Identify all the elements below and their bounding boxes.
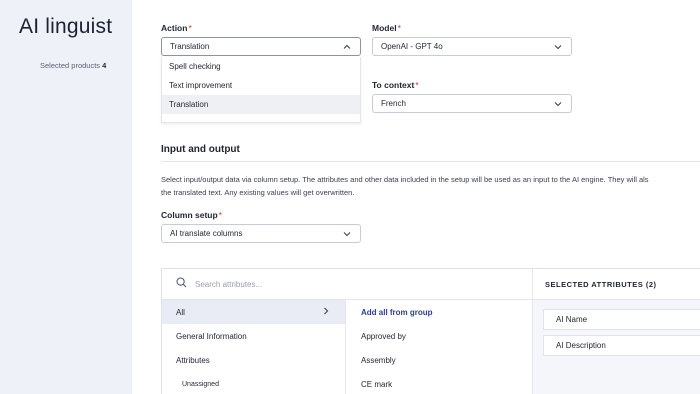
attribute-search[interactable]: Search attributes... [162, 269, 532, 300]
attribute-group-list: All General Information Attributes Unass… [162, 300, 346, 394]
action-option-text-improvement[interactable]: Text improvement [162, 76, 360, 95]
chevron-up-icon [342, 42, 352, 52]
model-select-value: OpenAI - GPT 4o [381, 42, 443, 51]
attribute-item-approved-by[interactable]: Approved by [347, 324, 531, 348]
action-option-spell-checking[interactable]: Spell checking [162, 57, 360, 76]
group-item-general-information[interactable]: General Information [162, 324, 345, 348]
selected-attributes-header: SELECTED ATTRIBUTES (2) [533, 269, 700, 300]
attribute-picker-panel: Search attributes... All General Informa… [161, 268, 700, 394]
to-context-select-value: French [381, 99, 406, 108]
group-item-unassigned[interactable]: Unassigned [162, 372, 345, 394]
group-item-all[interactable]: All [162, 300, 345, 324]
chevron-down-icon [342, 229, 352, 239]
to-context-label: To context* [372, 80, 419, 90]
section-title-input-output: Input and output [161, 144, 240, 155]
column-setup-select[interactable]: AI translate columns [161, 224, 361, 243]
group-item-attributes[interactable]: Attributes [162, 348, 345, 372]
action-select[interactable]: Translation [161, 37, 361, 56]
selected-products-count: 4 [102, 61, 107, 70]
action-dropdown-menu: Spell checking Text improvement Translat… [161, 57, 361, 123]
action-option-translation[interactable]: Translation [162, 95, 360, 114]
model-label: Model* [372, 23, 401, 33]
action-select-value: Translation [170, 42, 210, 51]
attribute-list: Add all from group Approved by Assembly … [347, 300, 531, 394]
selected-products-info: Selected products 4 [40, 61, 106, 70]
selected-attributes-column: SELECTED ATTRIBUTES (2) AI Name AI Descr… [532, 269, 700, 394]
column-setup-select-value: AI translate columns [170, 229, 243, 238]
input-output-description: Select input/output data via column setu… [161, 175, 649, 197]
to-context-select[interactable]: French [372, 94, 572, 113]
action-label: Action* [161, 23, 192, 33]
chevron-down-icon [553, 99, 563, 109]
selected-products-label: Selected products [40, 61, 101, 70]
selected-attribute-ai-name[interactable]: AI Name [543, 309, 700, 330]
attribute-item-ce-mark[interactable]: CE mark [347, 372, 531, 394]
sidebar: AI linguist Selected products 4 [0, 0, 132, 394]
model-select[interactable]: OpenAI - GPT 4o [372, 37, 572, 56]
chevron-right-icon [323, 307, 329, 317]
chevron-down-icon [553, 42, 563, 52]
search-icon [176, 275, 187, 293]
add-all-from-group-link[interactable]: Add all from group [347, 300, 531, 324]
page-title: AI linguist [19, 15, 113, 38]
attribute-item-assembly[interactable]: Assembly [347, 348, 531, 372]
section-divider [161, 161, 700, 162]
attribute-search-input[interactable]: Search attributes... [195, 280, 262, 289]
column-setup-label: Column setup* [161, 210, 222, 220]
selected-attribute-ai-description[interactable]: AI Description [543, 335, 700, 356]
